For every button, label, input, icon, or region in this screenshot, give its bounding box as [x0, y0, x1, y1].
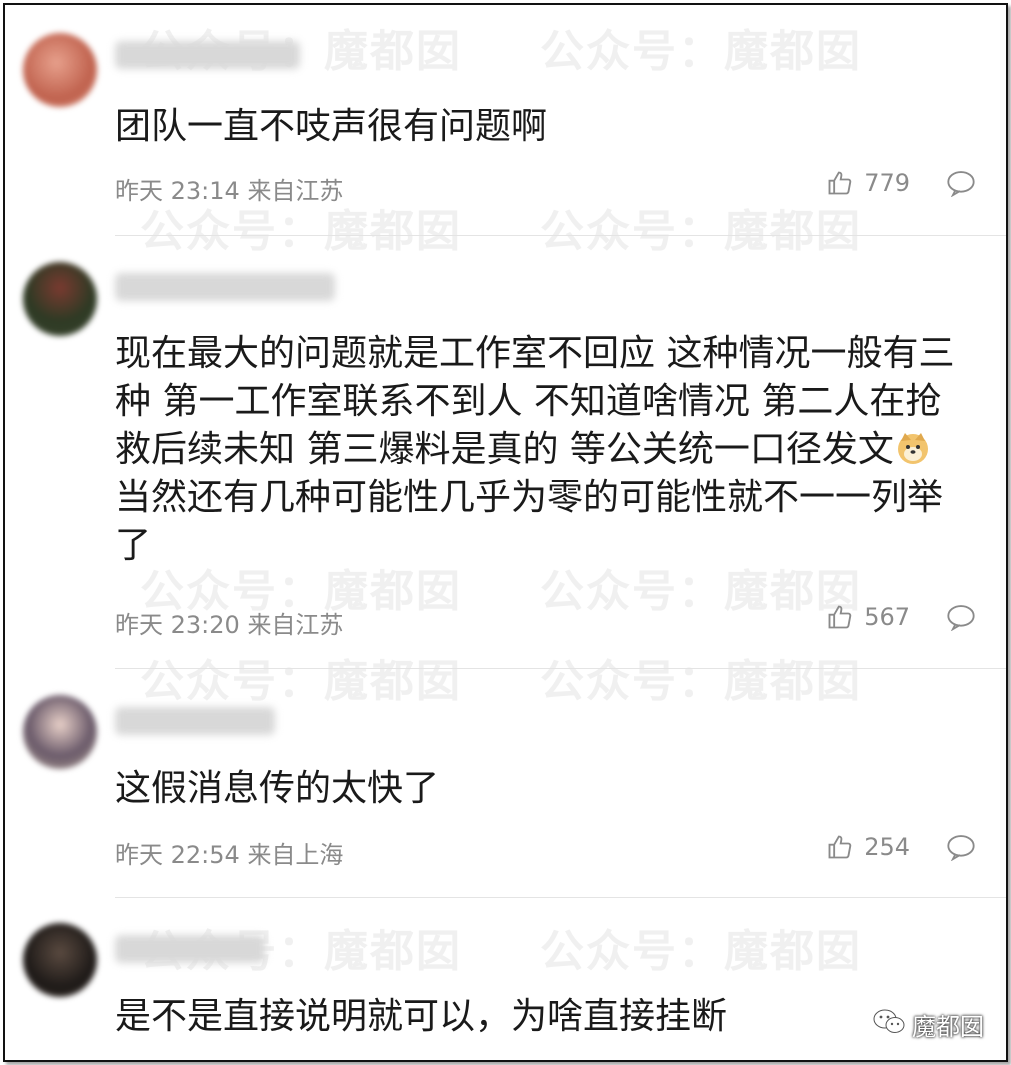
comment-time: 昨天 23:20 [115, 611, 240, 639]
comment-text: 这假消息传的太快了 [115, 768, 440, 809]
comment-location: 来自上海 [247, 841, 344, 869]
comment-time: 昨天 23:14 [115, 177, 240, 205]
doge-emoji-icon [896, 430, 930, 464]
comment-text-line: 种 第一工作室联系不到人 不知道啥情况 第二人在抢 [115, 381, 942, 422]
watermark-text: 公众号：魔都囡 [540, 926, 862, 977]
comment-text: 团队一直不吱声很有问题啊 [115, 106, 548, 147]
comment-text-line: 了 [115, 525, 152, 566]
username-blurred[interactable] [115, 41, 300, 69]
watermark-text: 公众号：魔都囡 [540, 206, 862, 257]
like-count: 779 [864, 169, 910, 197]
like-count: 254 [864, 833, 910, 861]
divider [115, 897, 1006, 898]
comment-meta: 昨天 22:54 来自上海 [115, 835, 343, 870]
thumbs-up-icon[interactable] [826, 833, 854, 861]
comment-actions: 567 [826, 603, 976, 631]
avatar[interactable] [23, 33, 97, 107]
wechat-icon [872, 1008, 906, 1042]
avatar[interactable] [23, 923, 97, 997]
comment-actions: 254 [826, 833, 976, 861]
comment-time: 昨天 22:54 [115, 841, 240, 869]
username-blurred[interactable] [115, 935, 265, 963]
comment-location: 来自江苏 [247, 177, 344, 205]
username-blurred[interactable] [115, 273, 335, 301]
comment-text-line: 当然还有几种可能性几乎为零的可能性就不一一列举 [115, 477, 944, 518]
comment-location: 来自江苏 [247, 611, 344, 639]
comment-bubble-icon[interactable] [946, 833, 976, 861]
watermark-text: 公众号：魔都囡 [140, 656, 462, 707]
comment-actions: 779 [826, 169, 976, 197]
brand-name: 魔都囡 [912, 1013, 984, 1041]
divider [115, 668, 1006, 669]
like-count: 567 [864, 603, 910, 631]
divider [115, 235, 1006, 236]
comment-meta: 昨天 23:20 来自江苏 [115, 605, 343, 640]
brand-watermark: 魔都囡 [872, 1007, 984, 1042]
thumbs-up-icon[interactable] [826, 603, 854, 631]
avatar[interactable] [23, 695, 97, 769]
comment-text: 现在最大的问题就是工作室不回应 这种情况一般有三 种 第一工作室联系不到人 不知… [115, 330, 985, 570]
comment-text-line: 救后续未知 第三爆料是真的 等公关统一口径发文 [115, 426, 985, 474]
comment-meta: 昨天 23:14 来自江苏 [115, 171, 343, 206]
comment-bubble-icon[interactable] [946, 603, 976, 631]
comment-text: 是不是直接说明就可以，为啥直接挂断 [115, 996, 728, 1037]
avatar[interactable] [23, 262, 97, 336]
watermark-text: 公众号：魔都囡 [540, 26, 862, 77]
comment-bubble-icon[interactable] [946, 169, 976, 197]
username-blurred[interactable] [115, 707, 275, 735]
watermark-text: 公众号：魔都囡 [540, 656, 862, 707]
comment-list: 公众号：魔都囡 公众号：魔都囡 公众号：魔都囡 公众号：魔都囡 公众号：魔都囡 … [3, 3, 1008, 1062]
comment-text-line: 现在最大的问题就是工作室不回应 这种情况一般有三 [115, 333, 955, 374]
thumbs-up-icon[interactable] [826, 169, 854, 197]
